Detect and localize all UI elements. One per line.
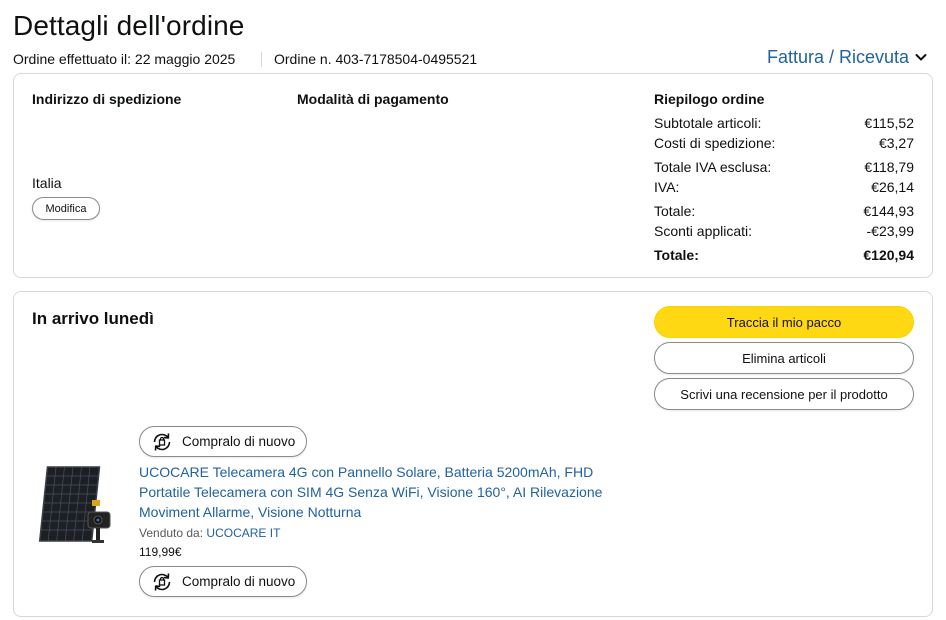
summary-value: -€23,99 — [866, 223, 914, 239]
delete-items-button[interactable]: Elimina articoli — [654, 342, 914, 374]
summary-row-vat: IVA: €26,14 — [654, 179, 914, 195]
product-title-link[interactable]: UCOCARE Telecamera 4G con Pannello Solar… — [139, 462, 614, 522]
buy-again-label: Compralo di nuovo — [182, 574, 296, 589]
buy-again-label: Compralo di nuovo — [182, 434, 296, 449]
summary-label: IVA: — [654, 179, 680, 195]
summary-label: Totale: — [654, 247, 699, 263]
summary-value: €118,79 — [864, 159, 914, 175]
edit-address-button[interactable]: Modifica — [32, 197, 100, 220]
summary-value: €115,52 — [864, 115, 914, 131]
product-thumbnail[interactable] — [36, 462, 114, 552]
product-price: 119,99€ — [139, 545, 182, 559]
write-review-button[interactable]: Scrivi una recensione per il prodotto — [654, 378, 914, 410]
order-date: Ordine effettuato il: 22 maggio 2025 — [13, 51, 236, 67]
chevron-down-icon — [915, 54, 927, 61]
summary-value: €3,27 — [878, 135, 914, 151]
summary-value: €144,93 — [863, 203, 914, 219]
invoice-dropdown-link[interactable]: Fattura / Ricevuta — [767, 47, 927, 68]
seller-link[interactable]: UCOCARE IT — [206, 526, 280, 540]
meta-divider — [261, 52, 262, 67]
payment-method-heading: Modalità di pagamento — [297, 91, 449, 107]
summary-row-total: Totale: €144,93 — [654, 203, 914, 219]
summary-row-grand-total: Totale: €120,94 — [654, 247, 914, 263]
summary-row-subtotal: Subtotale articoli: €115,52 — [654, 115, 914, 131]
buy-again-button-bottom[interactable]: Compralo di nuovo — [139, 566, 307, 597]
sold-by: Venduto da: UCOCARE IT — [139, 526, 280, 540]
track-package-button[interactable]: Traccia il mio pacco — [654, 306, 914, 338]
summary-row-discounts: Sconti applicati: -€23,99 — [654, 223, 914, 239]
sold-by-label: Venduto da: — [139, 526, 204, 540]
summary-label: Sconti applicati: — [654, 223, 753, 239]
delivery-status: In arrivo lunedì — [32, 309, 154, 328]
page-title: Dettagli dell'ordine — [13, 10, 245, 41]
summary-row-shipping: Costi di spedizione: €3,27 — [654, 135, 914, 151]
summary-row-total-excl-vat: Totale IVA esclusa: €118,79 — [654, 159, 914, 175]
shipping-country: Italia — [32, 175, 62, 191]
summary-label: Totale: — [654, 203, 696, 219]
buy-again-icon — [153, 572, 171, 591]
buy-again-icon — [153, 432, 171, 451]
summary-value: €26,14 — [871, 179, 914, 195]
summary-label: Subtotale articoli: — [654, 115, 762, 131]
solar-camera-image — [38, 466, 111, 543]
order-number: Ordine n. 403-7178504-0495521 — [274, 51, 478, 67]
invoice-link-label: Fattura / Ricevuta — [767, 47, 910, 67]
summary-value: €120,94 — [863, 247, 914, 263]
summary-label: Totale IVA esclusa: — [654, 159, 772, 175]
summary-label: Costi di spedizione: — [654, 135, 776, 151]
order-summary-heading: Riepilogo ordine — [654, 91, 765, 107]
shipping-address-heading: Indirizzo di spedizione — [32, 91, 182, 107]
buy-again-button-top[interactable]: Compralo di nuovo — [139, 426, 307, 457]
